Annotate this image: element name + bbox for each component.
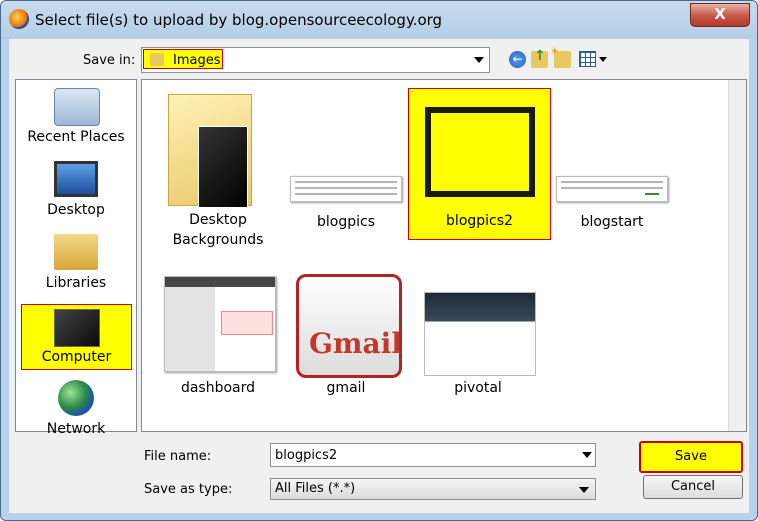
views-chevron-down-icon[interactable] [599, 57, 607, 62]
chevron-down-icon[interactable] [474, 57, 484, 63]
cancel-button[interactable]: Cancel [643, 475, 743, 499]
file-label: blogstart [580, 214, 644, 230]
places-bar: Recent Places Desktop Libraries Computer… [15, 79, 137, 437]
save-as-type-value: All Files (*.*) [275, 481, 356, 496]
file-item-blogpics2[interactable]: blogpics2 [408, 88, 551, 240]
folder-icon [150, 53, 164, 66]
file-label: blogpics [317, 214, 375, 230]
file-name-input[interactable] [270, 443, 596, 467]
place-label: Desktop [47, 202, 105, 218]
gmail-logo-text: Gmail [309, 327, 402, 360]
file-item-dashboard[interactable]: dashboard [148, 266, 288, 436]
file-item-pivotal[interactable]: pivotal [408, 266, 548, 436]
gmail-icon: Gmail [296, 274, 402, 378]
libraries-icon [54, 234, 98, 270]
title-bar: Select file(s) to upload by blog.opensou… [1, 1, 757, 39]
image-thumbnail [556, 176, 668, 202]
save-in-current-highlight: Images [143, 49, 223, 69]
up-folder-icon[interactable] [531, 48, 548, 68]
folder-photo [198, 126, 248, 208]
file-item-gmail[interactable]: Gmail gmail [276, 266, 416, 436]
place-label: Computer [41, 349, 112, 365]
close-button[interactable]: X [690, 3, 750, 27]
image-thumbnail [290, 176, 402, 202]
place-recent-places[interactable]: Recent Places [18, 84, 134, 150]
chevron-down-icon[interactable] [579, 487, 589, 493]
save-button[interactable]: Save [639, 441, 743, 473]
save-as-type-label: Save as type: [144, 482, 233, 497]
recent-places-icon [54, 88, 100, 126]
image-thumbnail [424, 292, 536, 376]
file-label: pivotal [454, 380, 502, 396]
file-label: Desktop Backgrounds [172, 212, 264, 248]
place-libraries[interactable]: Libraries [18, 230, 134, 296]
file-list: Desktop Backgrounds blogpics blogpics2 b… [141, 79, 747, 432]
place-label: Network [46, 421, 106, 437]
place-computer[interactable]: Computer [21, 304, 132, 370]
desktop-icon [54, 161, 98, 197]
back-arrow-icon[interactable]: ← [509, 51, 526, 68]
image-thumbnail [164, 276, 276, 372]
image-thumbnail [425, 107, 535, 197]
place-label: Libraries [45, 275, 107, 291]
views-menu-icon[interactable] [579, 51, 596, 67]
network-icon [58, 380, 94, 416]
new-folder-icon[interactable] [550, 45, 571, 68]
file-item-blogstart[interactable]: blogstart [542, 86, 682, 256]
dialog-body: Save in: Images ← Recent Places Desktop [9, 39, 749, 513]
firefox-icon [9, 9, 29, 29]
upload-dialog: Select file(s) to upload by blog.opensou… [0, 0, 758, 521]
computer-icon [54, 309, 100, 347]
place-desktop[interactable]: Desktop [18, 157, 134, 223]
file-name-chevron-down-icon[interactable] [582, 452, 592, 458]
file-label: gmail [326, 380, 366, 396]
save-in-dropdown[interactable]: Images [141, 47, 490, 73]
save-as-type-select[interactable]: All Files (*.*) [270, 478, 596, 500]
file-name-label: File name: [144, 449, 212, 464]
file-item-blogpics[interactable]: blogpics [276, 86, 416, 256]
window-title: Select file(s) to upload by blog.opensou… [35, 11, 443, 29]
place-label: Recent Places [27, 129, 125, 145]
file-item-desktop-backgrounds[interactable]: Desktop Backgrounds [148, 86, 288, 256]
file-label: blogpics2 [446, 213, 513, 229]
file-label: dashboard [180, 380, 256, 396]
save-in-value: Images [173, 53, 221, 68]
vertical-scrollbar[interactable] [728, 80, 746, 431]
place-network[interactable]: Network [18, 376, 134, 442]
save-in-label: Save in: [83, 53, 136, 68]
